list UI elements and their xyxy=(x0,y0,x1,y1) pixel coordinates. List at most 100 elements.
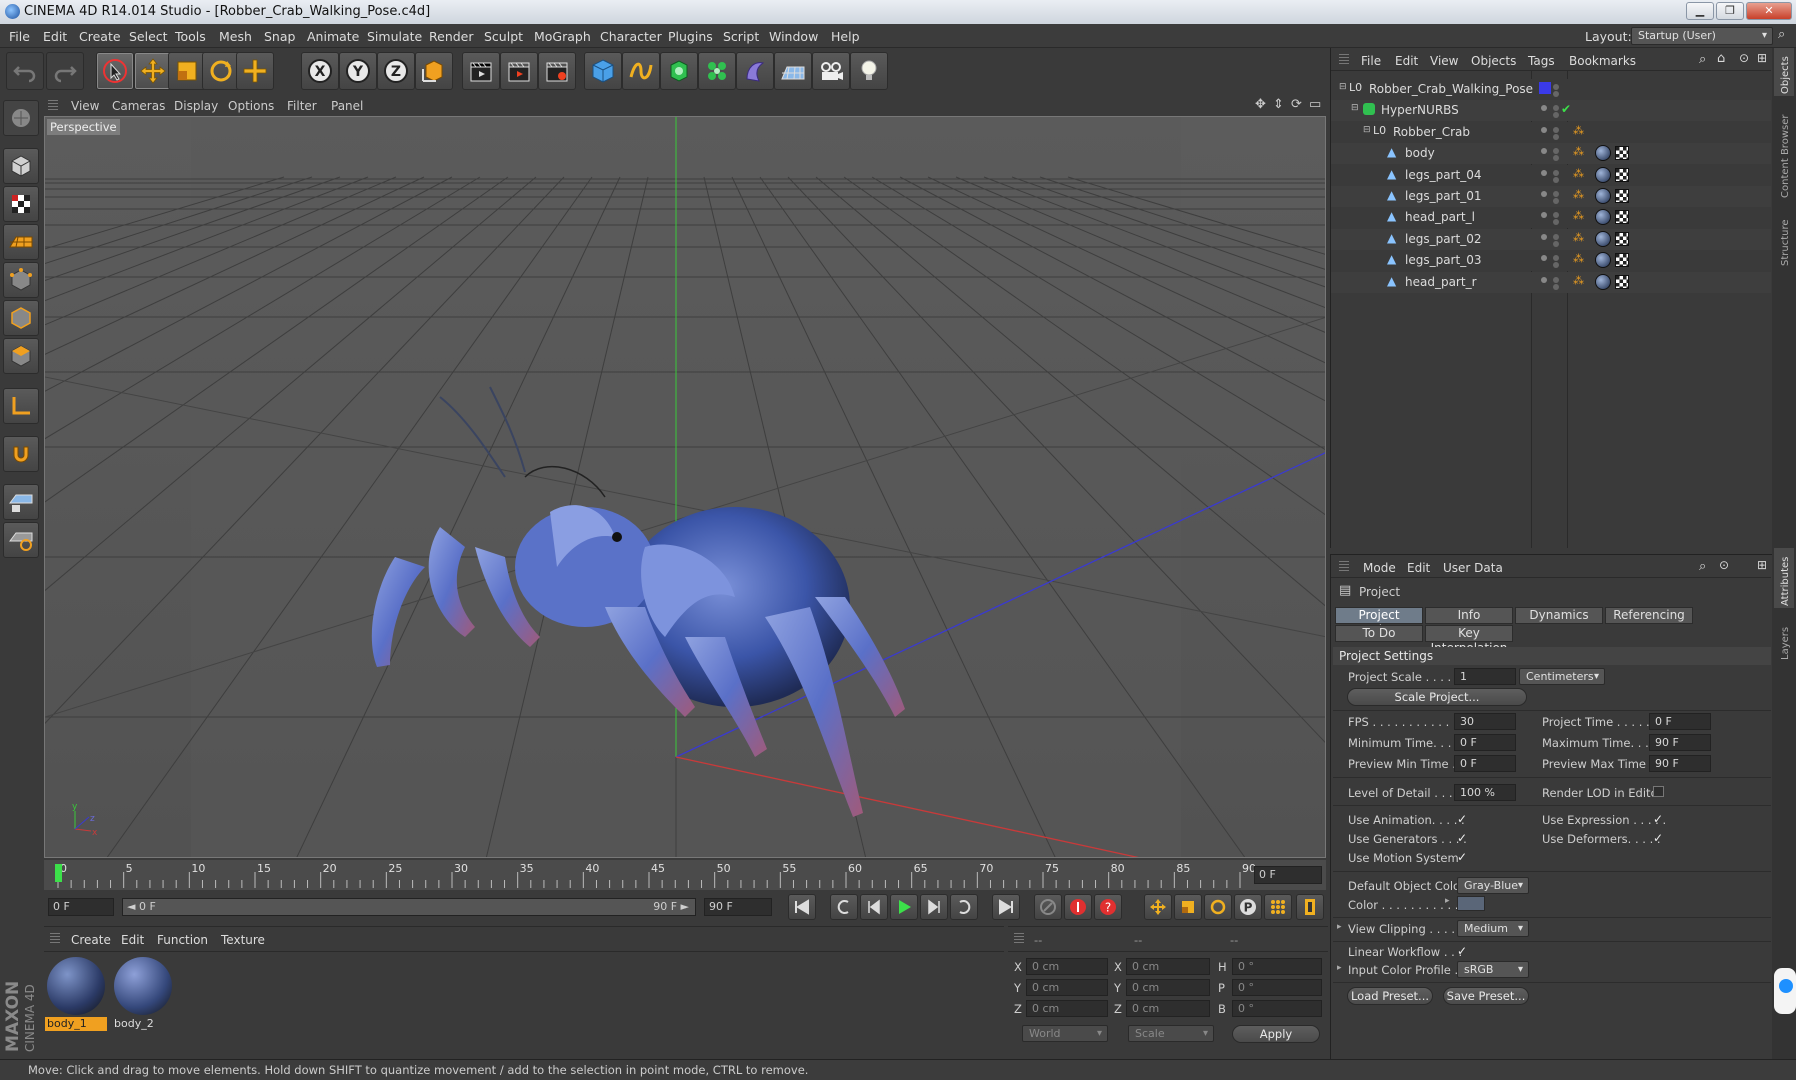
menu-simulate[interactable]: Simulate xyxy=(367,29,422,44)
project-time-field[interactable]: 0 F xyxy=(1649,713,1711,730)
object-menu-objects[interactable]: Objects xyxy=(1471,54,1516,68)
attribute-menu-edit[interactable]: Edit xyxy=(1407,561,1430,575)
render-view-button[interactable] xyxy=(462,52,500,90)
tab-referencing[interactable]: Referencing xyxy=(1605,607,1693,624)
search-icon[interactable]: ⌕ xyxy=(1699,559,1706,574)
render-visibility-dot[interactable] xyxy=(1553,169,1559,176)
object-menu-file[interactable]: File xyxy=(1361,54,1381,68)
edges-mode-button[interactable] xyxy=(3,300,39,336)
render-visibility-dot[interactable] xyxy=(1553,212,1559,219)
current-frame-field[interactable]: 0 F xyxy=(1254,866,1322,884)
tab-info[interactable]: Info xyxy=(1425,607,1513,624)
restore-button[interactable]: ❐ xyxy=(1716,2,1744,20)
redo-button[interactable] xyxy=(46,52,84,90)
material-swatch-body-2[interactable]: body_2 xyxy=(112,955,174,1033)
object-row[interactable]: ⊟ L0 Robber_Crab ⁂ xyxy=(1331,121,1771,143)
new-panel-icon[interactable]: ⊞ xyxy=(1757,51,1767,65)
go-to-end-button[interactable] xyxy=(992,894,1020,920)
new-panel-icon[interactable]: ⊞ xyxy=(1757,558,1767,572)
render-visibility-dot[interactable] xyxy=(1553,255,1559,262)
render-visibility-dot[interactable] xyxy=(1553,91,1559,97)
uvw-tag-icon[interactable] xyxy=(1615,253,1629,268)
preview-max-time-field[interactable]: 90 F xyxy=(1649,755,1711,772)
scale-key-button[interactable] xyxy=(1174,894,1202,920)
viewport-menu-panel[interactable]: Panel xyxy=(331,99,363,113)
editor-visibility-dot[interactable] xyxy=(1541,276,1547,283)
coordinate-system-button[interactable] xyxy=(415,52,453,90)
add-spline-button[interactable] xyxy=(622,52,660,90)
render-visibility-dot[interactable] xyxy=(1553,84,1559,90)
phong-tag-icon[interactable]: ⁂ xyxy=(1573,252,1584,265)
snap-button[interactable] xyxy=(3,436,39,472)
add-cube-button[interactable] xyxy=(584,52,622,90)
phong-tag-icon[interactable]: ⁂ xyxy=(1573,274,1584,287)
minimum-time-field[interactable]: 0 F xyxy=(1454,734,1516,751)
render-visibility-dot[interactable] xyxy=(1553,219,1559,226)
make-editable-button[interactable] xyxy=(3,100,39,136)
phong-tag-icon[interactable]: ⁂ xyxy=(1573,188,1584,201)
render-visibility-dot[interactable] xyxy=(1553,133,1559,140)
autokeying-button[interactable] xyxy=(1064,894,1092,920)
planar-workplane-button[interactable] xyxy=(3,522,39,558)
menu-character[interactable]: Character xyxy=(600,29,662,44)
rotation-h-field[interactable]: 0 ° xyxy=(1232,958,1322,975)
uvw-tag-icon[interactable] xyxy=(1615,189,1629,203)
search-icon[interactable]: ⌕ xyxy=(1778,27,1785,42)
preview-min-time-field[interactable]: 0 F xyxy=(1454,755,1516,772)
home-icon[interactable]: ⌂ xyxy=(1717,51,1725,66)
uvw-tag-icon[interactable] xyxy=(1615,210,1629,225)
viewport-move-icon[interactable]: ✥ xyxy=(1255,97,1266,112)
viewport-menu-display[interactable]: Display xyxy=(174,99,218,113)
scale-project-button[interactable]: Scale Project... xyxy=(1347,688,1527,706)
expand-arrow-icon[interactable]: ▸ xyxy=(1337,963,1342,973)
size-mode-dropdown[interactable]: Scale xyxy=(1128,1025,1214,1042)
object-row[interactable]: ▲ legs_part_01 ⁂ xyxy=(1331,186,1771,207)
close-button[interactable]: ✕ xyxy=(1746,2,1792,20)
go-to-previous-frame-button[interactable] xyxy=(860,894,888,920)
play-forwards-button[interactable] xyxy=(890,894,918,920)
render-visibility-dot[interactable] xyxy=(1553,105,1559,112)
timeline-ruler[interactable]: 0 5 10 15 20 25 30 35 40 45 50 55 60 65 70 75 80 85 90 0 F xyxy=(44,860,1326,890)
material-tag-icon[interactable] xyxy=(1595,273,1611,290)
rotation-p-field[interactable]: 0 ° xyxy=(1232,979,1322,996)
menu-sculpt[interactable]: Sculpt xyxy=(484,29,523,44)
render-visibility-dot[interactable] xyxy=(1553,148,1559,155)
use-deformers-checkbox[interactable]: ✓ xyxy=(1653,832,1665,844)
undo-button[interactable] xyxy=(6,52,44,90)
project-scale-field[interactable]: 1 xyxy=(1454,668,1516,685)
viewport-menu-options[interactable]: Options xyxy=(228,99,274,113)
workplane-mode-button[interactable] xyxy=(3,224,39,260)
add-array-button[interactable] xyxy=(698,52,736,90)
recent-tools-button[interactable] xyxy=(236,52,274,90)
material-tag-icon[interactable] xyxy=(1595,209,1611,226)
linear-workflow-checkbox[interactable]: ✓ xyxy=(1457,945,1469,957)
editor-visibility-dot[interactable] xyxy=(1541,212,1547,219)
y-axis-lock-button[interactable]: Y xyxy=(339,52,377,90)
phong-tag-icon[interactable]: ⁂ xyxy=(1573,124,1584,137)
editor-visibility-dot[interactable] xyxy=(1541,233,1547,240)
tab-key-interpolation[interactable]: Key Interpolation xyxy=(1425,625,1513,655)
tab-to-do[interactable]: To Do xyxy=(1335,625,1423,642)
tab-project-settings[interactable]: Project Settings xyxy=(1335,607,1423,637)
default-object-color-dropdown[interactable]: Gray-Blue xyxy=(1457,877,1529,894)
point-level-key-button[interactable] xyxy=(1264,894,1292,920)
material-tag-icon[interactable] xyxy=(1595,166,1611,183)
object-menu-tags[interactable]: Tags xyxy=(1528,54,1555,68)
menu-tools[interactable]: Tools xyxy=(175,29,206,44)
object-menu-bookmarks[interactable]: Bookmarks xyxy=(1569,54,1636,68)
object-row[interactable]: ▲ head_part_l ⁂ xyxy=(1331,207,1771,229)
z-axis-lock-button[interactable]: Z xyxy=(377,52,415,90)
object-menu-view[interactable]: View xyxy=(1430,54,1458,68)
texture-mode-button[interactable] xyxy=(3,186,39,222)
editor-visibility-dot[interactable] xyxy=(1541,169,1547,176)
phong-tag-icon[interactable]: ⁂ xyxy=(1573,167,1584,180)
save-preset-button[interactable]: Save Preset... xyxy=(1443,987,1529,1005)
maximum-time-field[interactable]: 90 F xyxy=(1649,734,1711,751)
record-active-objects-button[interactable] xyxy=(1034,894,1062,920)
object-row[interactable]: ▲ legs_part_03 ⁂ xyxy=(1331,250,1771,272)
menu-plugins[interactable]: Plugins xyxy=(668,29,713,44)
object-row[interactable]: ⊟ L0 Robber_Crab_Walking_Pose xyxy=(1331,79,1771,100)
material-menu-texture[interactable]: Texture xyxy=(221,933,265,947)
render-visibility-dot[interactable] xyxy=(1553,233,1559,240)
render-visibility-dot[interactable] xyxy=(1553,191,1559,197)
